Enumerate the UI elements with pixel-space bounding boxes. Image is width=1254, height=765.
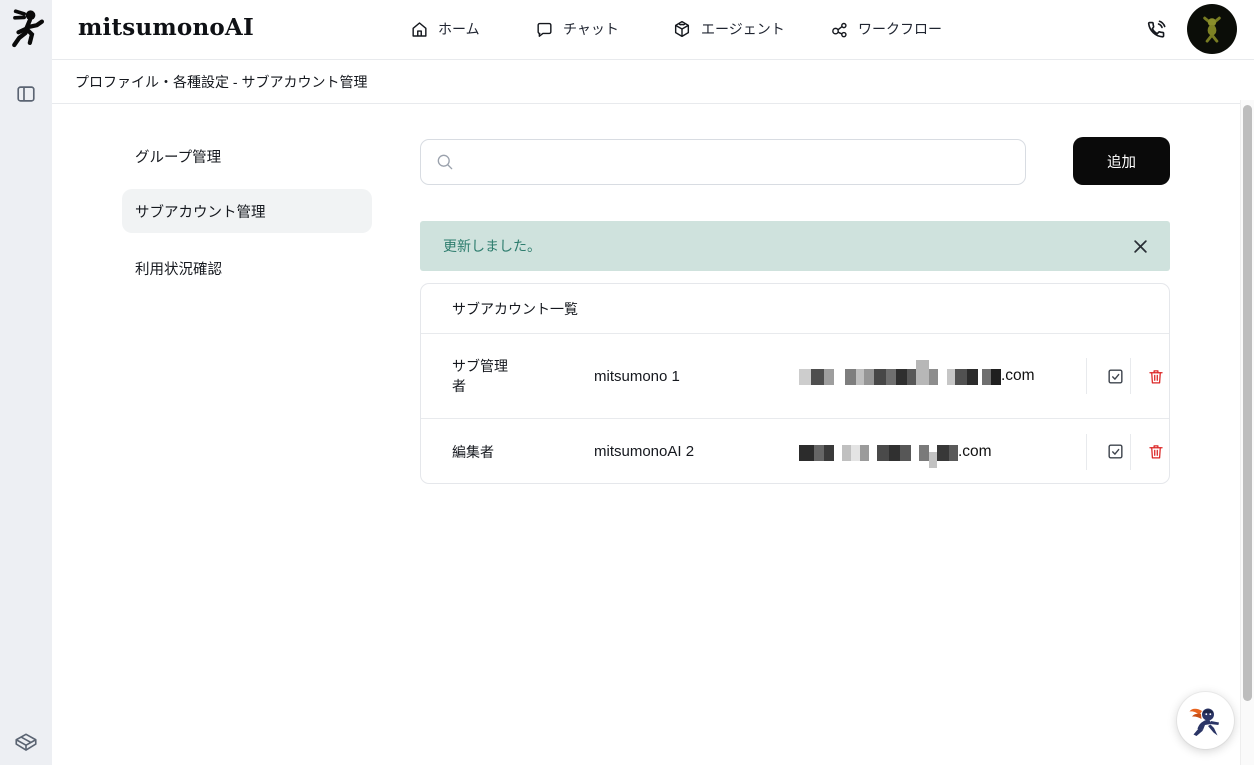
edit-check-icon — [1107, 368, 1123, 384]
menu-label: サブアカウント管理 — [135, 204, 266, 221]
app-window: mitsumonoAI ホーム チャット エージェント ワークフロー プロファイ… — [0, 0, 1254, 765]
user-avatar[interactable] — [1187, 4, 1237, 54]
package-box-icon[interactable] — [12, 730, 40, 756]
chat-icon — [535, 20, 554, 39]
nav-item-agent[interactable]: エージェント — [672, 13, 785, 45]
alert-close-button[interactable] — [1126, 232, 1154, 260]
assistant-fab-button[interactable] — [1177, 692, 1234, 749]
table-row: 編集者 mitsumonoAI 2 .com — [421, 419, 1169, 484]
nav-item-home[interactable]: ホーム — [410, 13, 480, 45]
search-box — [420, 139, 1026, 185]
email-suffix: .com — [1001, 367, 1035, 384]
success-alert: 更新しました。 — [420, 221, 1170, 271]
nav-label: エージェント — [701, 21, 785, 37]
nav-item-workflow[interactable]: ワークフロー — [830, 13, 942, 45]
table-title: サブアカウント一覧 — [452, 300, 578, 317]
agent-cube-icon — [672, 19, 692, 39]
nav-label: ワークフロー — [858, 21, 942, 37]
trash-icon — [1149, 369, 1163, 384]
trash-icon — [1149, 445, 1163, 459]
contact-phone-button[interactable] — [1141, 16, 1169, 44]
email-cell: .com — [799, 360, 1035, 385]
delete-row-button[interactable] — [1142, 362, 1170, 390]
scrollbar[interactable] — [1240, 100, 1254, 765]
table-header: サブアカウント一覧 — [421, 284, 1169, 334]
breadcrumb-bar: プロファイル・各種設定 - サブアカウント管理 — [52, 60, 1254, 104]
close-icon — [1133, 239, 1147, 253]
email-suffix: .com — [958, 442, 992, 460]
sidebar-item-usage-status[interactable]: 利用状況確認 — [122, 246, 372, 290]
search-icon — [437, 154, 453, 170]
breadcrumb: プロファイル・各種設定 - サブアカウント管理 — [75, 73, 368, 90]
name-cell: mitsumono 1 — [594, 367, 680, 385]
add-button[interactable]: 追加 — [1073, 137, 1170, 185]
nav-label: チャット — [563, 21, 619, 37]
nav-label: ホーム — [438, 21, 480, 37]
role-cell: 編集者 — [452, 443, 494, 460]
redacted-email — [799, 444, 958, 468]
nav-item-chat[interactable]: チャット — [535, 13, 619, 45]
table-row: サブ管理者 mitsumono 1 .com — [421, 334, 1169, 419]
home-icon — [410, 20, 429, 39]
search-input[interactable] — [455, 140, 1025, 184]
ninja-mascot-icon — [1189, 708, 1219, 736]
scrollbar-thumb[interactable] — [1243, 105, 1252, 701]
sidebar-item-group-management[interactable]: グループ管理 — [122, 134, 372, 178]
sidebar-item-subaccount-management[interactable]: サブアカウント管理 — [122, 189, 372, 233]
left-rail — [0, 0, 52, 765]
email-cell: .com — [799, 442, 992, 468]
sidebar-toggle-button[interactable] — [13, 81, 39, 107]
role-cell: サブ管理者 — [452, 358, 508, 394]
edit-row-button[interactable] — [1101, 362, 1129, 390]
edit-row-button[interactable] — [1101, 438, 1129, 466]
edit-check-icon — [1107, 444, 1123, 459]
menu-label: グループ管理 — [135, 149, 222, 166]
menu-label: 利用状況確認 — [135, 261, 222, 278]
name-cell: mitsumonoAI 2 — [594, 443, 695, 460]
brand-title: mitsumonoAI — [78, 14, 254, 41]
redacted-email — [799, 360, 1001, 385]
ninja-logo — [8, 6, 46, 50]
delete-row-button[interactable] — [1142, 438, 1170, 466]
subaccount-table-card: サブアカウント一覧 サブ管理者 mitsumono 1 .com 編集者 mit… — [420, 283, 1170, 484]
top-bar: mitsumonoAI ホーム チャット エージェント ワークフロー — [52, 0, 1254, 60]
alert-message: 更新しました。 — [443, 238, 541, 254]
workflow-icon — [830, 20, 849, 39]
